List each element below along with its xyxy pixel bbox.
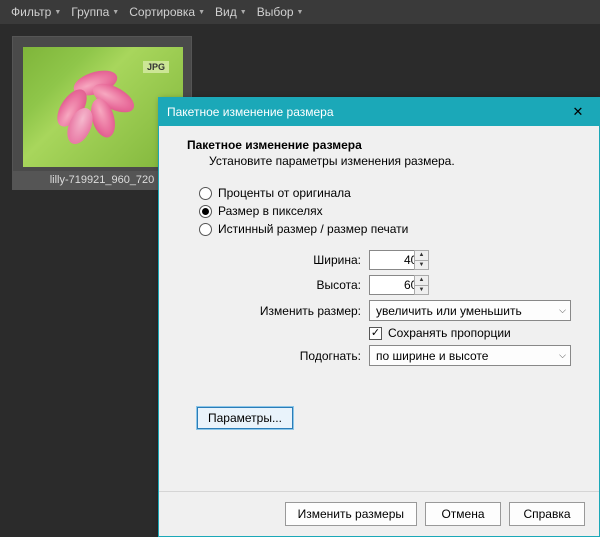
- chevron-down-icon: ▼: [198, 9, 205, 16]
- dialog-header-title: Пакетное изменение размера: [187, 138, 579, 152]
- apply-button[interactable]: Изменить размеры: [285, 502, 417, 526]
- checkbox-icon: [369, 327, 382, 340]
- close-icon[interactable]: ✕: [565, 104, 591, 120]
- help-button[interactable]: Справка: [509, 502, 585, 526]
- chevron-down-icon: ▼: [112, 9, 119, 16]
- chevron-down-icon: ▼: [297, 9, 304, 16]
- batch-resize-dialog: Пакетное изменение размера ✕ Пакетное из…: [158, 97, 600, 537]
- menu-select[interactable]: Выбор▼: [254, 4, 307, 20]
- menu-group[interactable]: Группа▼: [68, 4, 122, 20]
- format-badge: JPG: [143, 61, 169, 73]
- radio-label: Истинный размер / размер печати: [218, 222, 408, 236]
- dialog-titlebar[interactable]: Пакетное изменение размера ✕: [159, 98, 599, 126]
- dialog-body: Пакетное изменение размера Установите па…: [159, 126, 599, 491]
- spinner-up-icon[interactable]: ▲: [415, 275, 429, 285]
- radio-percent[interactable]: Проценты от оригинала: [199, 186, 579, 200]
- radio-icon: [199, 223, 212, 236]
- menu-filter[interactable]: Фильтр▼: [8, 4, 64, 20]
- width-spinner[interactable]: ▲▼: [414, 250, 429, 270]
- resize-mode-label: Изменить размер:: [239, 304, 361, 318]
- keep-proportions-checkbox[interactable]: Сохранять пропорции: [369, 326, 511, 340]
- fit-label: Подогнать:: [239, 349, 361, 363]
- fit-mode-select[interactable]: по ширине и высоте ⌵: [369, 345, 571, 366]
- width-input[interactable]: 400 ▲▼: [369, 250, 429, 270]
- top-menubar: Фильтр▼ Группа▼ Сортировка▼ Вид▼ Выбор▼: [0, 0, 600, 24]
- dialog-footer: Изменить размеры Отмена Справка: [159, 491, 599, 536]
- width-label: Ширина:: [239, 253, 361, 267]
- chevron-down-icon: ▼: [54, 9, 61, 16]
- menu-view[interactable]: Вид▼: [212, 4, 250, 20]
- radio-icon: [199, 205, 212, 218]
- spinner-up-icon[interactable]: ▲: [415, 250, 429, 260]
- height-input[interactable]: 600 ▲▼: [369, 275, 429, 295]
- chevron-down-icon: ⌵: [559, 305, 566, 316]
- chevron-down-icon: ▼: [240, 9, 247, 16]
- spinner-down-icon[interactable]: ▼: [415, 260, 429, 271]
- checkbox-label: Сохранять пропорции: [388, 326, 511, 340]
- resize-mode-select[interactable]: увеличить или уменьшить ⌵: [369, 300, 571, 321]
- menu-sort[interactable]: Сортировка▼: [126, 4, 208, 20]
- radio-pixels[interactable]: Размер в пикселях: [199, 204, 579, 218]
- parameters-button[interactable]: Параметры...: [197, 407, 293, 429]
- dialog-title: Пакетное изменение размера: [167, 105, 334, 119]
- radio-true-size[interactable]: Истинный размер / размер печати: [199, 222, 579, 236]
- height-label: Высота:: [239, 278, 361, 292]
- cancel-button[interactable]: Отмена: [425, 502, 501, 526]
- radio-icon: [199, 187, 212, 200]
- dialog-header-subtitle: Установите параметры изменения размера.: [209, 154, 579, 168]
- radio-label: Проценты от оригинала: [218, 186, 351, 200]
- spinner-down-icon[interactable]: ▼: [415, 285, 429, 296]
- radio-label: Размер в пикселях: [218, 204, 323, 218]
- chevron-down-icon: ⌵: [559, 350, 566, 361]
- height-spinner[interactable]: ▲▼: [414, 275, 429, 295]
